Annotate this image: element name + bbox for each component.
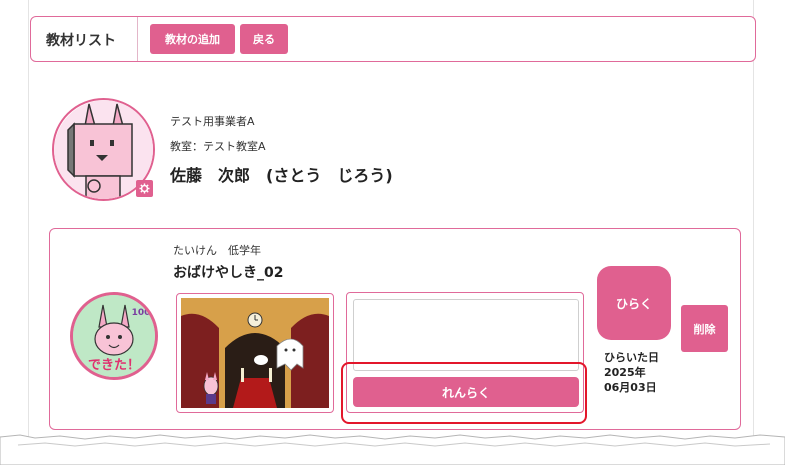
completed-badge-score: 100 [132, 308, 151, 318]
header-divider [137, 17, 138, 61]
contact-button[interactable]: れんらく [353, 377, 579, 407]
contact-panel: れんらく [346, 292, 584, 413]
profile-company: テスト用事業者A [170, 115, 255, 128]
completed-badge-text: できた！ [88, 358, 140, 373]
course-category: たいけん 低学年 [173, 244, 261, 257]
haunted-house-illustration [181, 298, 329, 408]
completed-badge: 100 できた！ [70, 292, 158, 380]
course-thumbnail[interactable] [176, 293, 334, 413]
profile-classroom: 教室：テスト教室A [170, 140, 266, 153]
profile-name: 佐藤 次郎 (さとう じろう) [170, 166, 393, 185]
opened-date-label: ひらいた日 [604, 351, 659, 364]
course-title: おばけやしき_02 [173, 265, 284, 281]
completed-badge-image: 100 できた！ [73, 295, 155, 377]
delete-button[interactable]: 削除 [681, 305, 728, 352]
material-card: 100 できた！ たいけん 低学年 おばけやしき_02 れんらく ひらく ひらい… [49, 228, 741, 430]
opened-date-year: 2025年 [604, 366, 646, 379]
open-button[interactable]: ひらく [597, 266, 671, 340]
torn-paper-edge [0, 434, 785, 465]
back-button[interactable]: 戻る [240, 24, 288, 54]
header-bar: 教材リスト 教材の追加 戻る [30, 16, 756, 62]
gear-icon-glyph [139, 183, 150, 194]
gear-icon[interactable] [136, 180, 153, 197]
page-title: 教材リスト [46, 33, 116, 49]
opened-date-month-day: 06月03日 [604, 381, 657, 394]
add-material-button[interactable]: 教材の追加 [150, 24, 235, 54]
message-textarea[interactable] [353, 299, 579, 371]
